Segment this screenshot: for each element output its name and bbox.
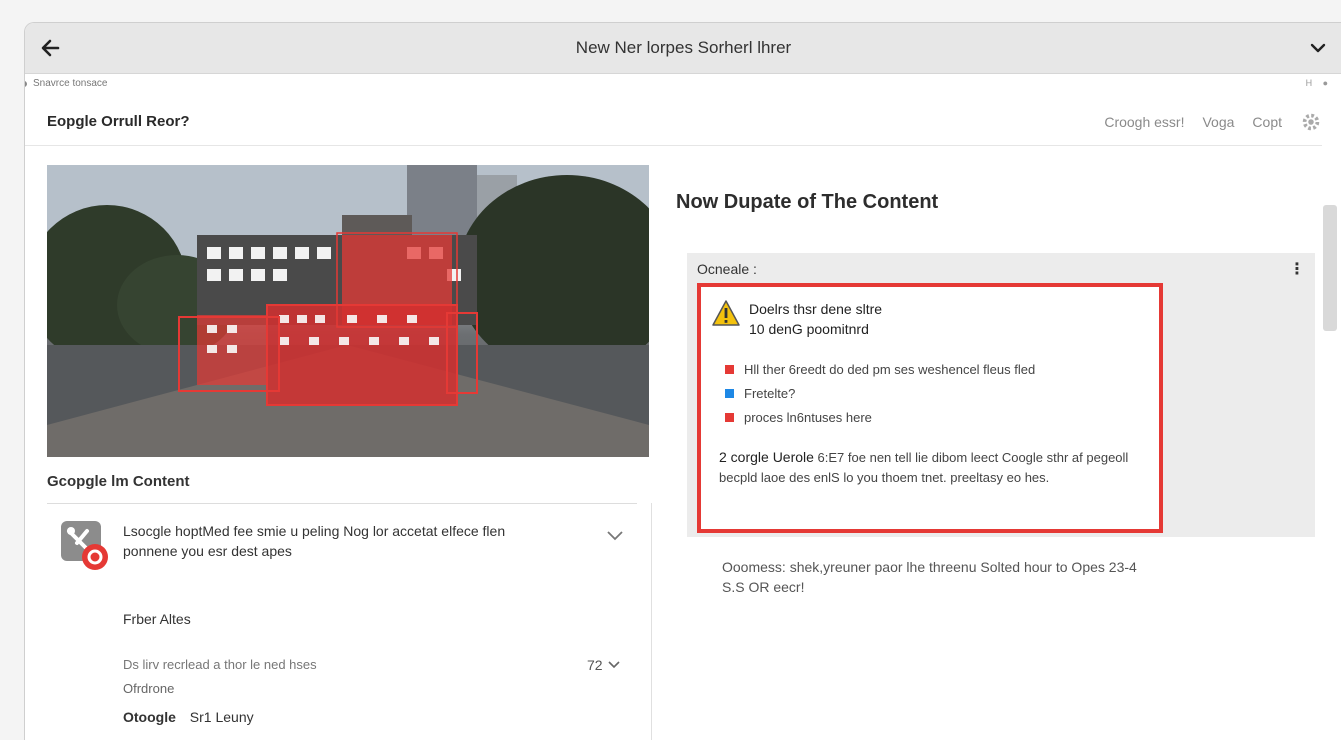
paragraph-lead: 2 corgle Uerole: [719, 449, 814, 465]
header-link-1[interactable]: Croogh essr!: [1104, 114, 1184, 130]
card-description: Lsocgle hoptMed fee smie u peling Nog lo…: [123, 523, 506, 559]
list-item: Fretelte?: [725, 381, 1035, 405]
scrollbar-thumb[interactable]: [1323, 205, 1337, 331]
warning-icon: [712, 300, 740, 326]
warning-line-1: Doelrs thsr dene sltre: [749, 301, 883, 317]
chevron-down-icon: [1310, 43, 1326, 53]
subbar-indicators: H ●: [1305, 78, 1332, 88]
user-name: Otoogle: [123, 709, 176, 725]
content-panel: Ocneale : ⋮ Doelrs thsr dene sltre 10 de…: [687, 253, 1315, 537]
red-square-icon: [725, 412, 734, 422]
list-item: Hll ther 6reedt do ded pm ses weshencel …: [725, 357, 1035, 381]
user-row: Otoogle Sr1 Leuny: [123, 709, 254, 725]
header-link-3[interactable]: Copt: [1252, 114, 1282, 130]
card-expand-button[interactable]: [605, 529, 625, 548]
window-title: New Ner lorpes Sorherl lhrer: [575, 38, 792, 57]
page-title: Eopgle Orrull Reor?: [47, 113, 190, 130]
gear-icon[interactable]: [1300, 111, 1322, 133]
street-photo: [47, 165, 649, 457]
breadcrumb-text: Snavrce tonsace: [33, 78, 108, 89]
more-menu-icon[interactable]: ⋮: [1289, 259, 1305, 279]
globe-icon: [25, 80, 27, 87]
blocked-app-icon: [61, 521, 111, 573]
breadcrumb[interactable]: Snavrce tonsace: [25, 78, 108, 89]
back-button[interactable]: [35, 33, 65, 63]
left-section-title: Gcopgle lm Content: [47, 473, 190, 490]
subsection-title: Frber Altes: [123, 611, 191, 627]
bullet-text: Fretelte?: [744, 385, 796, 401]
address-bar: Snavrce tonsace H ●: [25, 73, 1341, 95]
red-square-icon: [725, 364, 734, 374]
count-value: 72: [587, 657, 603, 673]
photo-illustration: [47, 165, 649, 457]
alert-box: Doelrs thsr dene sltre 10 denG poomitnrd…: [697, 283, 1163, 533]
list-item-text: Ds lirv recrlead a thor le ned hses: [123, 657, 317, 672]
bullet-list: Hll ther 6reedt do ded pm ses weshencel …: [725, 357, 1035, 429]
count-dropdown[interactable]: 72: [587, 657, 621, 673]
bullet-text: Hll ther 6reedt do ded pm ses weshencel …: [744, 361, 1036, 377]
bullet-text: proces ln6ntuses here: [744, 409, 872, 425]
user-value: Sr1 Leuny: [189, 709, 254, 725]
status-text: Ooomess: shek,yreuner paor lhe threenu S…: [722, 559, 1137, 595]
page-header: Eopgle Orrull Reor? Croogh essr! Voga Co…: [25, 97, 1322, 146]
list-item: proces ln6ntuses here: [725, 405, 1035, 429]
header-link-2[interactable]: Voga: [1202, 114, 1234, 130]
blue-square-icon: [725, 388, 734, 398]
warning-line-2: 10 denG poomitnrd: [749, 321, 869, 337]
arrow-left-icon: [41, 39, 60, 57]
title-bar: New Ner lorpes Sorherl lhrer: [25, 23, 1341, 74]
chevron-down-icon: [608, 661, 620, 669]
column-divider: [651, 503, 652, 740]
list-item-subtext: Ofrdrone: [123, 681, 175, 696]
chevron-down-icon: [607, 531, 623, 541]
alert-paragraph: 2 corgle Uerole 6:E7 foe nen tell lie di…: [719, 447, 1159, 488]
content-title: Now Dupate of The Content: [676, 191, 939, 213]
header-links: Croogh essr! Voga Copt: [1104, 111, 1322, 133]
warning-row: Doelrs thsr dene sltre 10 denG poomitnrd: [711, 299, 882, 339]
divider: [47, 503, 637, 504]
window-menu-button[interactable]: [1304, 34, 1332, 62]
panel-label: Ocneale :: [697, 261, 757, 277]
browser-window: New Ner lorpes Sorherl lhrer Snavrce ton…: [24, 22, 1341, 740]
